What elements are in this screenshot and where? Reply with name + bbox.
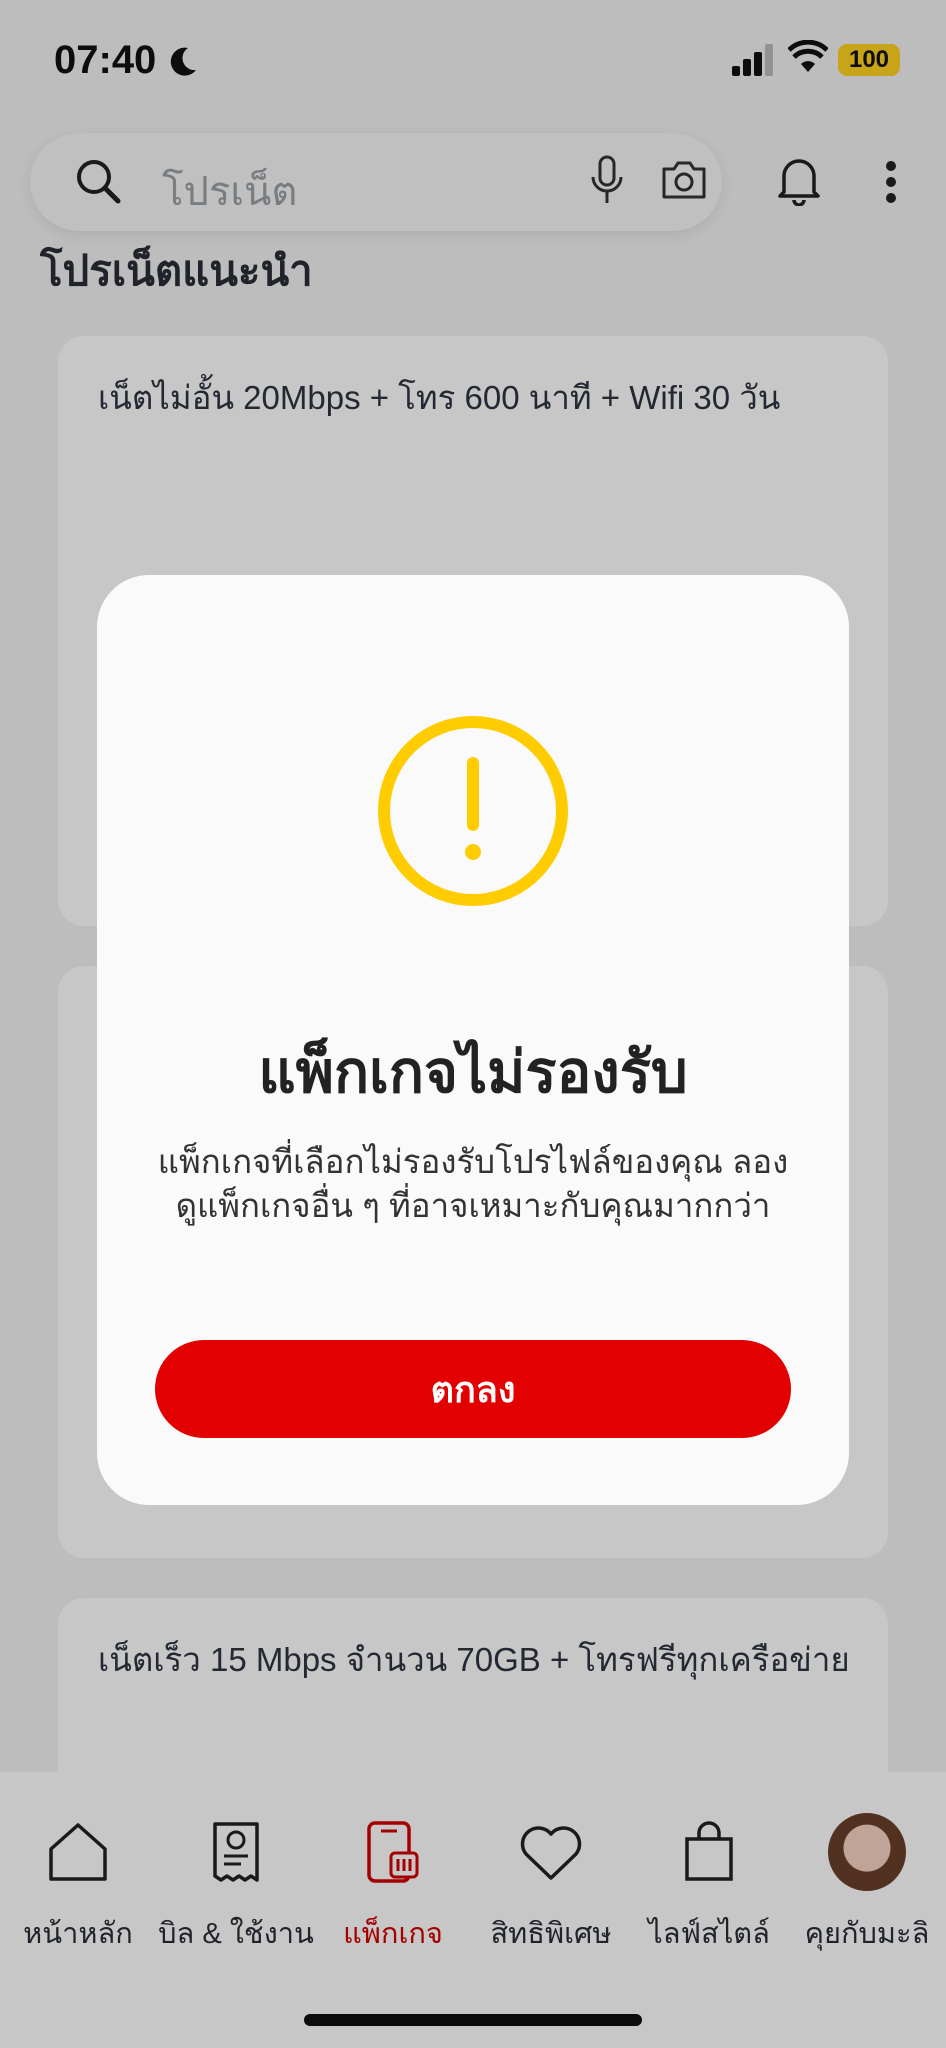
dialog-title: แพ็กเกจไม่รองรับ (258, 1040, 688, 1105)
warning-icon (378, 716, 568, 906)
dialog-message: แพ็กเกจที่เลือกไม่รองรับโปรไฟล์ของคุณ ลอ… (157, 1143, 789, 1224)
ok-button[interactable]: ตกลง (155, 1340, 791, 1438)
alert-dialog: แพ็กเกจไม่รองรับ แพ็กเกจที่เลือกไม่รองรั… (97, 575, 849, 1505)
